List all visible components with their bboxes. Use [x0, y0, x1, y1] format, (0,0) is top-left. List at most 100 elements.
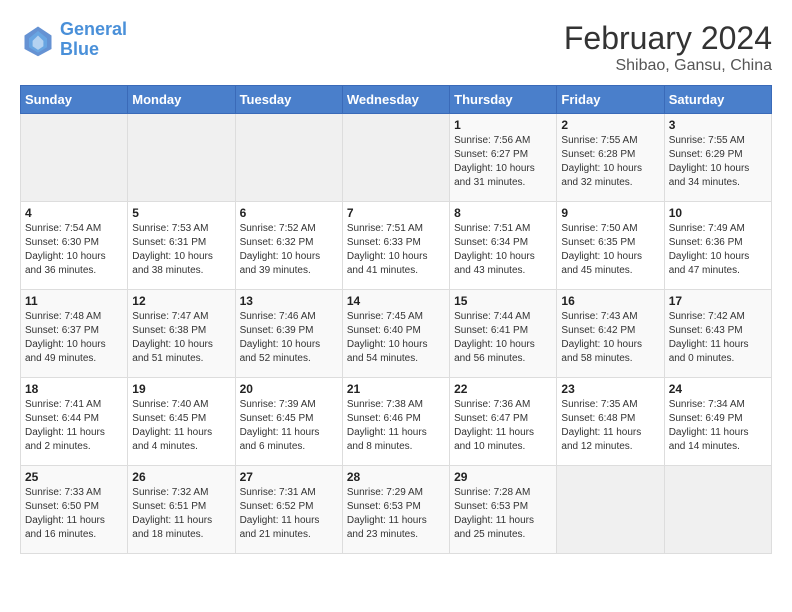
- day-info: Sunrise: 7:43 AM Sunset: 6:42 PM Dayligh…: [561, 310, 659, 366]
- day-number: 28: [347, 470, 445, 484]
- day-info: Sunrise: 7:33 AM Sunset: 6:50 PM Dayligh…: [25, 486, 123, 542]
- calendar-cell: 29 Sunrise: 7:28 AM Sunset: 6:53 PM Dayli…: [450, 466, 557, 554]
- day-number: 21: [347, 382, 445, 396]
- day-number: 5: [132, 206, 230, 220]
- day-number: 2: [561, 118, 659, 132]
- calendar-title: February 2024: [564, 20, 772, 57]
- calendar-cell: 20Sunrise: 7:39 AM Sunset: 6:45 PM Dayli…: [235, 378, 342, 466]
- calendar-cell: 2 Sunrise: 7:55 AM Sunset: 6:28 PM Daylig…: [557, 114, 664, 202]
- calendar-body: 1Sunrise: 7:56 AM Sunset: 6:27 PM Daylig…: [21, 114, 772, 554]
- day-number: 24: [669, 382, 767, 396]
- day-number: 22: [454, 382, 552, 396]
- weekday-header-row: SundayMondayTuesdayWednesdayThursdayFrid…: [21, 86, 772, 114]
- day-number: 16: [561, 294, 659, 308]
- day-info: Sunrise: 7:41 AM Sunset: 6:44 PM Dayligh…: [25, 398, 123, 454]
- logo-icon: [20, 22, 56, 58]
- calendar-cell: 1Sunrise: 7:56 AM Sunset: 6:27 PM Daylig…: [450, 114, 557, 202]
- day-number: 26: [132, 470, 230, 484]
- day-info: Sunrise: 7:28 AM Sunset: 6:53 PM Dayligh…: [454, 486, 552, 542]
- day-info: Sunrise: 7:42 AM Sunset: 6:43 PM Dayligh…: [669, 310, 767, 366]
- calendar-cell: 10 Sunrise: 7:49 AM Sunset: 6:36 PM Dayli…: [664, 202, 771, 290]
- calendar-week-5: 25 Sunrise: 7:33 AM Sunset: 6:50 PM Dayli…: [21, 466, 772, 554]
- calendar-header: SundayMondayTuesdayWednesdayThursdayFrid…: [21, 86, 772, 114]
- calendar-cell: 22 Sunrise: 7:36 AM Sunset: 6:47 PM Dayli…: [450, 378, 557, 466]
- calendar-cell: 12Sunrise: 7:47 AM Sunset: 6:38 PM Dayli…: [128, 290, 235, 378]
- calendar-cell: 3 Sunrise: 7:55 AM Sunset: 6:29 PM Daylig…: [664, 114, 771, 202]
- day-number: 6: [240, 206, 338, 220]
- calendar-cell: 13 Sunrise: 7:46 AM Sunset: 6:39 PM Dayli…: [235, 290, 342, 378]
- calendar-cell: [557, 466, 664, 554]
- calendar-cell: 5 Sunrise: 7:53 AM Sunset: 6:31 PM Daylig…: [128, 202, 235, 290]
- calendar-cell: 28 Sunrise: 7:29 AM Sunset: 6:53 PM Dayli…: [342, 466, 449, 554]
- calendar-week-3: 11 Sunrise: 7:48 AM Sunset: 6:37 PM Dayli…: [21, 290, 772, 378]
- day-number: 11: [25, 294, 123, 308]
- calendar-cell: 6 Sunrise: 7:52 AM Sunset: 6:32 PM Daylig…: [235, 202, 342, 290]
- calendar-cell: 8 Sunrise: 7:51 AM Sunset: 6:34 PM Daylig…: [450, 202, 557, 290]
- calendar-cell: 19Sunrise: 7:40 AM Sunset: 6:45 PM Dayli…: [128, 378, 235, 466]
- day-number: 27: [240, 470, 338, 484]
- calendar-subtitle: Shibao, Gansu, China: [564, 57, 772, 75]
- weekday-header-monday: Monday: [128, 86, 235, 114]
- page-header: General Blue February 2024 Shibao, Gansu…: [20, 20, 772, 75]
- day-info: Sunrise: 7:46 AM Sunset: 6:39 PM Dayligh…: [240, 310, 338, 366]
- day-number: 13: [240, 294, 338, 308]
- day-number: 29: [454, 470, 552, 484]
- weekday-header-tuesday: Tuesday: [235, 86, 342, 114]
- day-info: Sunrise: 7:51 AM Sunset: 6:34 PM Dayligh…: [454, 222, 552, 278]
- calendar-cell: 9Sunrise: 7:50 AM Sunset: 6:35 PM Daylig…: [557, 202, 664, 290]
- calendar-cell: 17 Sunrise: 7:42 AM Sunset: 6:43 PM Dayli…: [664, 290, 771, 378]
- day-info: Sunrise: 7:29 AM Sunset: 6:53 PM Dayligh…: [347, 486, 445, 542]
- day-number: 18: [25, 382, 123, 396]
- day-number: 4: [25, 206, 123, 220]
- weekday-header-wednesday: Wednesday: [342, 86, 449, 114]
- day-info: Sunrise: 7:34 AM Sunset: 6:49 PM Dayligh…: [669, 398, 767, 454]
- day-number: 15: [454, 294, 552, 308]
- calendar-cell: 16 Sunrise: 7:43 AM Sunset: 6:42 PM Dayli…: [557, 290, 664, 378]
- day-number: 20: [240, 382, 338, 396]
- day-number: 7: [347, 206, 445, 220]
- logo: General Blue: [20, 20, 127, 60]
- day-info: Sunrise: 7:32 AM Sunset: 6:51 PM Dayligh…: [132, 486, 230, 542]
- day-info: Sunrise: 7:31 AM Sunset: 6:52 PM Dayligh…: [240, 486, 338, 542]
- calendar-cell: 11 Sunrise: 7:48 AM Sunset: 6:37 PM Dayli…: [21, 290, 128, 378]
- day-number: 3: [669, 118, 767, 132]
- calendar-cell: 27 Sunrise: 7:31 AM Sunset: 6:52 PM Dayli…: [235, 466, 342, 554]
- weekday-header-sunday: Sunday: [21, 86, 128, 114]
- day-info: Sunrise: 7:48 AM Sunset: 6:37 PM Dayligh…: [25, 310, 123, 366]
- calendar-cell: [235, 114, 342, 202]
- weekday-header-saturday: Saturday: [664, 86, 771, 114]
- calendar-cell: 25 Sunrise: 7:33 AM Sunset: 6:50 PM Dayli…: [21, 466, 128, 554]
- calendar-cell: 4 Sunrise: 7:54 AM Sunset: 6:30 PM Daylig…: [21, 202, 128, 290]
- day-info: Sunrise: 7:44 AM Sunset: 6:41 PM Dayligh…: [454, 310, 552, 366]
- day-info: Sunrise: 7:38 AM Sunset: 6:46 PM Dayligh…: [347, 398, 445, 454]
- day-number: 10: [669, 206, 767, 220]
- day-info: Sunrise: 7:56 AM Sunset: 6:27 PM Dayligh…: [454, 134, 552, 190]
- day-info: Sunrise: 7:36 AM Sunset: 6:47 PM Dayligh…: [454, 398, 552, 454]
- day-info: Sunrise: 7:35 AM Sunset: 6:48 PM Dayligh…: [561, 398, 659, 454]
- calendar-cell: 15 Sunrise: 7:44 AM Sunset: 6:41 PM Dayli…: [450, 290, 557, 378]
- title-block: February 2024 Shibao, Gansu, China: [564, 20, 772, 75]
- day-info: Sunrise: 7:49 AM Sunset: 6:36 PM Dayligh…: [669, 222, 767, 278]
- calendar-cell: [342, 114, 449, 202]
- day-info: Sunrise: 7:40 AM Sunset: 6:45 PM Dayligh…: [132, 398, 230, 454]
- calendar-cell: 24 Sunrise: 7:34 AM Sunset: 6:49 PM Dayli…: [664, 378, 771, 466]
- logo-text: General Blue: [60, 20, 127, 60]
- day-info: Sunrise: 7:53 AM Sunset: 6:31 PM Dayligh…: [132, 222, 230, 278]
- calendar-cell: 23 Sunrise: 7:35 AM Sunset: 6:48 PM Dayli…: [557, 378, 664, 466]
- day-number: 14: [347, 294, 445, 308]
- calendar-cell: [664, 466, 771, 554]
- day-info: Sunrise: 7:52 AM Sunset: 6:32 PM Dayligh…: [240, 222, 338, 278]
- day-number: 8: [454, 206, 552, 220]
- day-number: 25: [25, 470, 123, 484]
- calendar-cell: 26 Sunrise: 7:32 AM Sunset: 6:51 PM Dayli…: [128, 466, 235, 554]
- day-number: 17: [669, 294, 767, 308]
- day-info: Sunrise: 7:45 AM Sunset: 6:40 PM Dayligh…: [347, 310, 445, 366]
- weekday-header-thursday: Thursday: [450, 86, 557, 114]
- day-info: Sunrise: 7:55 AM Sunset: 6:28 PM Dayligh…: [561, 134, 659, 190]
- day-number: 9: [561, 206, 659, 220]
- day-info: Sunrise: 7:55 AM Sunset: 6:29 PM Dayligh…: [669, 134, 767, 190]
- calendar-cell: 21 Sunrise: 7:38 AM Sunset: 6:46 PM Dayli…: [342, 378, 449, 466]
- calendar-week-2: 4 Sunrise: 7:54 AM Sunset: 6:30 PM Daylig…: [21, 202, 772, 290]
- day-info: Sunrise: 7:54 AM Sunset: 6:30 PM Dayligh…: [25, 222, 123, 278]
- day-number: 23: [561, 382, 659, 396]
